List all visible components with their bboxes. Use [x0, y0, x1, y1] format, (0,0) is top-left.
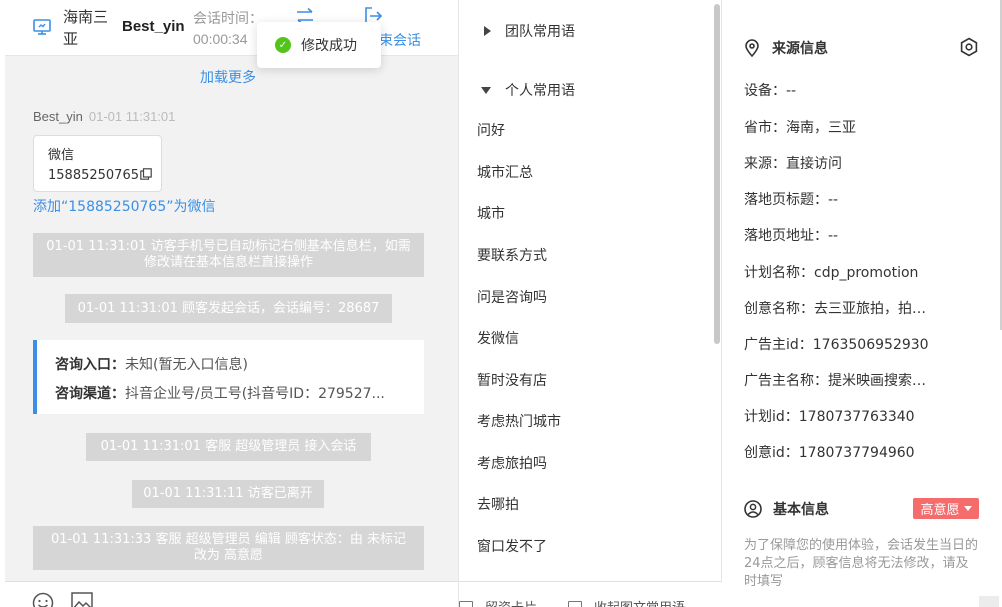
emoji-icon[interactable] [32, 592, 54, 607]
phrase-item[interactable]: 城市 [477, 203, 505, 223]
lead-card-button[interactable]: 留资卡片 [459, 597, 537, 607]
phrase-item[interactable]: 暂时没有店 [477, 370, 547, 390]
phrase-group-label: 个人常用语 [505, 83, 575, 99]
intent-status-label: 高意愿 [920, 503, 960, 518]
card-icon [459, 600, 473, 607]
phrase-item[interactable]: 城市汇总 [477, 162, 533, 182]
image-text-icon [568, 600, 582, 607]
copy-icon[interactable] [140, 168, 152, 180]
consult-channel-value: 抖音企业号/员工号(抖音号ID：279527... [125, 386, 385, 402]
basic-info-label: 基本信息 [773, 502, 829, 518]
phrase-item[interactable]: 考虑旅拍吗 [477, 453, 547, 473]
info-row-plan-id: 计划id：1780737763340 [744, 409, 915, 425]
info-row-advertiser-name: 广告主名称：提米映画搜索推广 [744, 373, 934, 389]
scroll-corner [979, 596, 999, 607]
intent-status-dropdown[interactable]: 高意愿 [913, 498, 979, 519]
phrase-group-team[interactable]: 团队常用语 [481, 21, 575, 41]
session-time: 00:00:34 [193, 31, 248, 47]
phrase-group-personal[interactable]: 个人常用语 [481, 80, 575, 100]
phrase-item[interactable]: 发微信 [477, 328, 519, 348]
consult-entry-value: 未知(暂无入口信息) [125, 357, 248, 373]
success-toast: ✓ 修改成功 [257, 22, 381, 68]
wechat-card-number: 15885250765 [48, 168, 139, 183]
phrase-group-label: 团队常用语 [505, 24, 575, 40]
system-message: 01-01 11:31:01 顾客发起会话，会话编号：28687 [65, 294, 392, 323]
info-row-landing-url: 落地页地址：-- [744, 228, 839, 244]
system-message: 01-01 11:31:33 客服 超级管理员 编辑 顾客状态：由 未标记 改为… [33, 526, 424, 570]
info-row-landing-title: 落地页标题：-- [744, 192, 839, 208]
load-more-link[interactable]: 加载更多 [200, 67, 256, 87]
phrase-item[interactable]: 问是咨询吗 [477, 287, 547, 307]
system-message: 01-01 11:31:01 客服 超级管理员 接入会话 [86, 433, 371, 461]
system-message: 01-01 11:31:01 访客手机号已自动标记右侧基本信息栏，如需修改请在基… [33, 233, 424, 277]
chat-header: 海南三亚 Best_yin 会话时间： 00:00:34 束会话 [5, 0, 458, 56]
info-row-advertiser-id: 广告主id：1763506952930 [744, 337, 929, 353]
settings-icon[interactable] [959, 37, 979, 57]
image-icon[interactable] [71, 592, 93, 607]
end-session-button[interactable]: 束会话 [379, 30, 421, 50]
visitor-location: 海南三亚 [63, 8, 109, 48]
check-circle-icon: ✓ [275, 37, 291, 53]
info-note: 为了保障您的使用体验，会话发生当日的24点之后，顾客信息将无法修改，请及时填写 [744, 538, 979, 589]
message-time: 01-01 11:31:01 [88, 109, 176, 124]
phrase-item[interactable]: 窗口发不了 [477, 536, 547, 556]
visitor-name: Best_yin [122, 18, 185, 35]
consult-entry-label: 咨询入口： [55, 357, 125, 373]
caret-down-icon [963, 506, 972, 511]
phrase-item[interactable]: 去哪拍 [477, 494, 519, 514]
info-row-source: 来源：直接访问 [744, 156, 842, 172]
toast-text: 修改成功 [301, 38, 357, 54]
info-row-plan-name: 计划名称：cdp_promotion [744, 265, 919, 281]
user-icon [744, 500, 762, 518]
phrase-item[interactable]: 要联系方式 [477, 245, 547, 265]
caret-right-icon [484, 26, 491, 36]
system-message: 01-01 11:31:11 访客已离开 [132, 480, 324, 508]
consult-info-card: 咨询入口：未知(暂无入口信息) 咨询渠道：抖音企业号/员工号(抖音号ID：279… [33, 340, 424, 414]
wechat-card-title: 微信 [48, 148, 75, 163]
source-info-label: 来源信息 [772, 41, 828, 57]
phrase-item[interactable]: 问好 [477, 120, 505, 140]
consult-channel-label: 咨询渠道： [55, 386, 125, 402]
info-row-creative-name: 创意名称：去三亚旅拍，拍婚纱照 [744, 301, 934, 317]
collapse-phrases-label: 收起图文常用语 [594, 597, 685, 607]
collapse-phrases-button[interactable]: 收起图文常用语 [568, 597, 685, 607]
phrase-item[interactable]: 考虑热门城市 [477, 411, 561, 431]
monitor-icon [33, 19, 51, 35]
session-time-label: 会话时间： [193, 11, 263, 27]
caret-down-icon [481, 86, 491, 94]
wechat-card: 微信 15885250765 [33, 135, 162, 192]
source-info-title: 来源信息 [744, 38, 828, 58]
add-wechat-link[interactable]: 添加“15885250765”为微信 [33, 196, 216, 216]
basic-info-title: 基本信息 [744, 499, 829, 519]
lead-card-label: 留资卡片 [485, 597, 537, 607]
common-phrases-panel: 团队常用语 个人常用语 问好 城市汇总 城市 要联系方式 问是咨询吗 发微信 暂… [458, 0, 722, 607]
message-meta: Best_yin 01-01 11:31:01 [33, 109, 175, 124]
phrases-scrollbar[interactable] [714, 4, 720, 344]
location-pin-icon [745, 39, 759, 57]
chat-panel: 海南三亚 Best_yin 会话时间： 00:00:34 束会话 ✓ 修改成功 … [5, 0, 458, 607]
info-row-device: 设备：-- [744, 83, 797, 99]
chat-toolbar [5, 581, 458, 607]
info-row-province-city: 省市：海南，三亚 [744, 120, 856, 136]
info-row-creative-id: 创意id：1780737794960 [744, 445, 915, 461]
message-sender: Best_yin [33, 109, 83, 124]
visitor-info-panel: 来源信息 设备：-- 省市：海南，三亚 来源：直接访问 落地页标题：-- 落地页… [722, 0, 1002, 607]
phrases-toolbar: 留资卡片 收起图文常用语 [459, 581, 722, 607]
